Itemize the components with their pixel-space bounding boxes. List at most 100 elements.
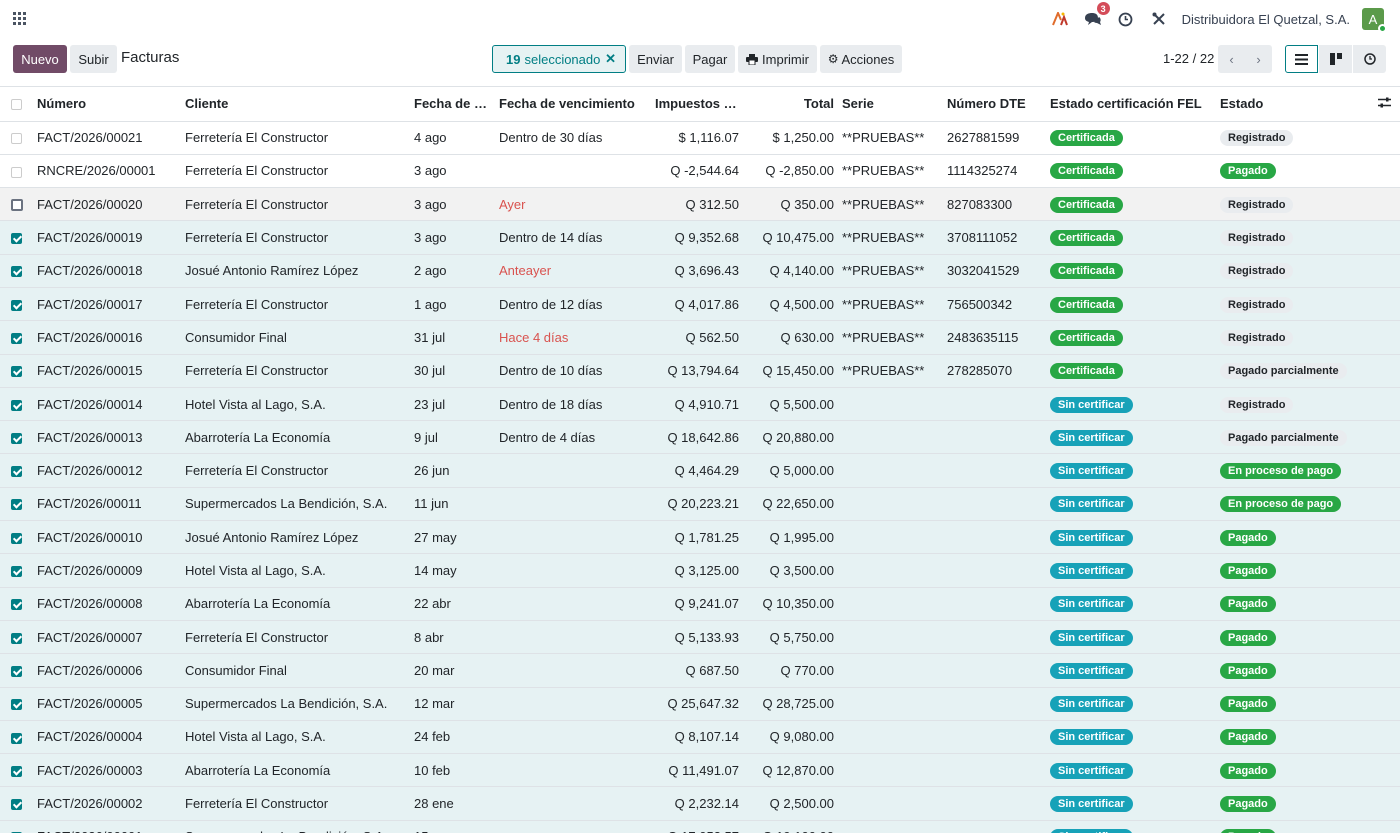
- row-checkbox[interactable]: [11, 366, 22, 378]
- activity-view-button[interactable]: [1353, 45, 1386, 73]
- row-checkbox[interactable]: [11, 599, 22, 611]
- tools-icon[interactable]: [1149, 9, 1169, 29]
- list-view-button[interactable]: [1285, 45, 1318, 73]
- table-row[interactable]: FACT/2026/00014 Hotel Vista al Lago, S.A.…: [0, 387, 1400, 422]
- row-checkbox[interactable]: [11, 566, 22, 578]
- row-checkbox[interactable]: [11, 699, 22, 711]
- row-select-cell[interactable]: [0, 553, 33, 588]
- table-row[interactable]: FACT/2026/00010 Josué Antonio Ramírez Lóp…: [0, 520, 1400, 555]
- row-select-cell[interactable]: [0, 587, 33, 621]
- table-row[interactable]: FACT/2026/00018 Josué Antonio Ramírez Lóp…: [0, 254, 1400, 288]
- table-row[interactable]: FACT/2026/00007 Ferretería El Constructor…: [0, 620, 1400, 655]
- col-invoice-date[interactable]: Fecha de factura: [410, 87, 495, 122]
- print-button[interactable]: Imprimir: [738, 45, 817, 73]
- row-checkbox[interactable]: [11, 133, 22, 145]
- table-row[interactable]: FACT/2026/00017 Ferretería El Constructor…: [0, 287, 1400, 322]
- pay-button[interactable]: Pagar: [685, 45, 735, 73]
- row-select-cell[interactable]: [0, 753, 33, 788]
- pager-value[interactable]: 1-22 / 22: [1163, 51, 1214, 66]
- row-select-cell[interactable]: [0, 121, 33, 155]
- table-row[interactable]: FACT/2026/00015 Ferretería El Constructor…: [0, 354, 1400, 388]
- optional-columns-toggle[interactable]: [1368, 87, 1400, 122]
- row-select-cell[interactable]: [0, 653, 33, 688]
- row-select-cell[interactable]: [0, 254, 33, 288]
- row-checkbox[interactable]: [11, 466, 22, 478]
- row-checkbox[interactable]: [11, 732, 22, 744]
- row-checkbox[interactable]: [11, 266, 22, 278]
- row-select-cell[interactable]: [0, 487, 33, 522]
- company-switcher[interactable]: Distribuidora El Quetzal, S.A.: [1182, 12, 1350, 27]
- col-client[interactable]: Cliente: [181, 87, 410, 122]
- row-select-cell[interactable]: [0, 786, 33, 821]
- row-select-cell[interactable]: [0, 287, 33, 322]
- table-row[interactable]: FACT/2026/00005 Supermercados La Bendició…: [0, 687, 1400, 721]
- apps-grid-icon[interactable]: [13, 12, 26, 25]
- row-select-cell[interactable]: [0, 354, 33, 388]
- col-dte[interactable]: Número DTE: [943, 87, 1046, 122]
- row-select-cell[interactable]: [0, 387, 33, 422]
- table-row[interactable]: FACT/2026/00006 Consumidor Final 20 mar Q 6…: [0, 653, 1400, 688]
- row-select-cell[interactable]: [0, 220, 33, 255]
- table-row[interactable]: RNCRE/2026/00001 Ferretería El Constructo…: [0, 154, 1400, 189]
- chat-icon[interactable]: 3: [1083, 2, 1110, 29]
- table-row[interactable]: FACT/2026/00002 Ferretería El Constructor…: [0, 786, 1400, 821]
- ai-icon[interactable]: [1050, 9, 1070, 29]
- selection-badge[interactable]: 19 seleccionado ✕: [492, 45, 626, 73]
- table-row[interactable]: FACT/2026/00003 Abarrotería La Economía 10…: [0, 753, 1400, 788]
- row-checkbox[interactable]: [11, 632, 22, 644]
- table-row[interactable]: FACT/2026/00008 Abarrotería La Economía 22…: [0, 587, 1400, 621]
- table-row[interactable]: FACT/2026/00013 Abarrotería La Economía 9 …: [0, 420, 1400, 455]
- row-checkbox[interactable]: [11, 432, 22, 444]
- row-select-cell[interactable]: [0, 687, 33, 721]
- col-total[interactable]: Total: [743, 87, 838, 122]
- table-row[interactable]: FACT/2026/00004 Hotel Vista al Lago, S.A.…: [0, 720, 1400, 755]
- table-row[interactable]: FACT/2026/00019 Ferretería El Constructor…: [0, 220, 1400, 255]
- row-select-cell[interactable]: [0, 154, 33, 189]
- table-row[interactable]: FACT/2026/00001Supermercados La Bendició…: [0, 820, 1400, 833]
- row-checkbox[interactable]: [11, 765, 22, 777]
- kanban-view-button[interactable]: [1319, 45, 1352, 73]
- table-row[interactable]: FACT/2026/00020 Ferretería El Constructor…: [0, 187, 1400, 222]
- col-tax-excluded[interactable]: Impuestos no incluidos: [651, 87, 743, 122]
- col-status[interactable]: Estado: [1216, 87, 1368, 122]
- row-checkbox[interactable]: [10, 199, 23, 212]
- row-checkbox[interactable]: [11, 799, 22, 811]
- row-select-cell[interactable]: [0, 320, 33, 355]
- col-number[interactable]: Número: [33, 87, 181, 122]
- row-checkbox[interactable]: [11, 332, 22, 344]
- table-row[interactable]: FACT/2026/00009 Hotel Vista al Lago, S.A.…: [0, 553, 1400, 588]
- row-select-cell[interactable]: [0, 520, 33, 555]
- actions-button[interactable]: ⚙ Acciones: [820, 45, 902, 73]
- table-row[interactable]: FACT/2026/00021 Ferretería El Constructor…: [0, 121, 1400, 155]
- row-select-cell[interactable]: [0, 453, 33, 488]
- row-checkbox[interactable]: [11, 299, 22, 311]
- send-button[interactable]: Enviar: [629, 45, 682, 73]
- row-checkbox[interactable]: [11, 399, 22, 411]
- row-checkbox[interactable]: [11, 499, 22, 511]
- row-select-cell[interactable]: [0, 620, 33, 655]
- clear-selection-icon[interactable]: ✕: [605, 51, 616, 67]
- row-checkbox[interactable]: [11, 233, 22, 245]
- col-fel-status[interactable]: Estado certificación FEL: [1046, 87, 1216, 122]
- table-row[interactable]: FACT/2026/00011 Supermercados La Bendició…: [0, 487, 1400, 522]
- col-series[interactable]: Serie: [838, 87, 943, 122]
- new-button[interactable]: Nuevo: [13, 45, 67, 73]
- row-select-cell[interactable]: [0, 820, 33, 833]
- clock-icon[interactable]: [1116, 9, 1136, 29]
- upload-button[interactable]: Subir: [70, 45, 117, 73]
- row-checkbox[interactable]: [11, 665, 22, 677]
- select-all-checkbox[interactable]: [11, 99, 22, 111]
- col-due-date[interactable]: Fecha de vencimiento: [495, 87, 651, 122]
- select-all-cell[interactable]: [0, 87, 33, 122]
- row-checkbox[interactable]: [11, 532, 22, 544]
- row-select-cell[interactable]: [0, 720, 33, 755]
- row-select-cell[interactable]: [0, 187, 33, 222]
- pager-next-button[interactable]: ›: [1245, 45, 1272, 73]
- user-avatar[interactable]: A: [1362, 8, 1387, 33]
- row-checkbox[interactable]: [11, 166, 22, 178]
- cell-series: [838, 786, 943, 821]
- row-select-cell[interactable]: [0, 420, 33, 455]
- pager-previous-button[interactable]: ‹: [1218, 45, 1245, 73]
- table-row[interactable]: FACT/2026/00016 Consumidor Final 31 jul Hac…: [0, 320, 1400, 355]
- table-row[interactable]: FACT/2026/00012 Ferretería El Constructor…: [0, 453, 1400, 488]
